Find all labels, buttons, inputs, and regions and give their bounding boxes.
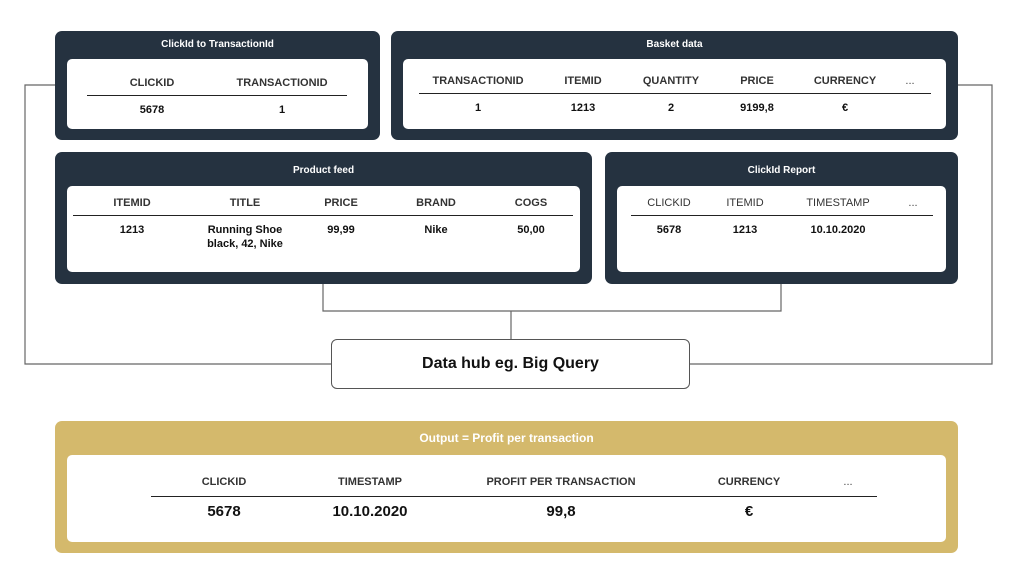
cell-brand: Nike [424,224,448,236]
output-card: CLICKID TIMESTAMP PROFIT PER TRANSACTION… [67,455,946,542]
header-more: ... [819,476,877,497]
cell-itemid: 1213 [570,102,596,114]
connector-bottom [322,284,782,339]
cell-profit: 99,8 [546,503,576,520]
cell-price: 9199,8 [740,102,774,114]
cell-title: Running Shoe black, 42, Nike [207,224,283,250]
table-row: 1213 Running Shoe black, 42, Nike 99,99 … [73,216,573,253]
panel-clickid-report: ClickId Report CLICKID ITEMID TIMESTAMP … [605,152,958,284]
cell-clickid: 5678 [207,503,241,520]
header-itemid: ITEMID [537,75,629,94]
cell-quantity: 2 [667,102,675,114]
product-feed-table: ITEMID TITLE PRICE BRAND COGS 1213 Runni… [73,197,573,252]
basket-data-table: TRANSACTIONID ITEMID QUANTITY PRICE CURR… [419,75,931,116]
output-table: CLICKID TIMESTAMP PROFIT PER TRANSACTION… [151,476,877,520]
cell-currency: € [841,102,849,114]
cell-more [889,94,931,117]
header-profit-per-transaction: PROFIT PER TRANSACTION [443,476,679,497]
header-price: PRICE [713,75,801,94]
header-itemid: ITEMID [707,197,783,216]
header-more: ... [893,197,933,216]
table-row: 5678 10.10.2020 99,8 € [151,497,877,521]
cell-timestamp: 10.10.2020 [810,224,866,236]
panel-product-feed: Product feed ITEMID TITLE PRICE BRAND CO… [55,152,592,284]
header-clickid: CLICKID [87,77,217,96]
table-card: TRANSACTIONID ITEMID QUANTITY PRICE CURR… [403,59,946,129]
data-hub-label: Data hub eg. Big Query [422,355,599,372]
header-quantity: QUANTITY [629,75,713,94]
clickid-transaction-table: CLICKID TRANSACTIONID 5678 1 [87,77,347,118]
cell-currency: € [744,503,754,520]
cell-transactionid: 1 [474,102,482,114]
header-transactionid: TRANSACTIONID [217,77,347,96]
cell-price: 99,99 [327,224,355,236]
panel-clickid-to-transactionid: ClickId to TransactionId CLICKID TRANSAC… [55,31,380,140]
panel-basket-data: Basket data TRANSACTIONID ITEMID QUANTIT… [391,31,958,140]
header-brand: BRAND [383,197,489,216]
cell-timestamp: 10.10.2020 [332,503,408,520]
data-hub-box: Data hub eg. Big Query [331,339,690,389]
panel-title: Product feed [292,165,355,176]
header-title: TITLE [191,197,299,216]
header-clickid: CLICKID [151,476,297,497]
header-more: ... [889,75,931,94]
table-card: ITEMID TITLE PRICE BRAND COGS 1213 Runni… [67,186,580,272]
header-currency: CURRENCY [801,75,889,94]
output-title: Output = Profit per transaction [419,431,594,445]
header-clickid: CLICKID [631,197,707,216]
cell-clickid: 5678 [656,224,682,236]
cell-itemid: 1213 [732,224,758,236]
cell-transactionid: 1 [278,104,286,116]
panel-title: Basket data [646,39,703,50]
header-transactionid: TRANSACTIONID [419,75,537,94]
cell-more [893,216,933,239]
header-price: PRICE [299,197,383,216]
table-card: CLICKID ITEMID TIMESTAMP ... 5678 1213 1… [617,186,946,272]
table-card: CLICKID TRANSACTIONID 5678 1 [67,59,368,129]
table-row: 1 1213 2 9199,8 € [419,94,931,117]
table-row: 5678 1213 10.10.2020 [631,216,933,239]
panel-title: ClickId Report [747,165,816,176]
panel-title: ClickId to TransactionId [161,39,274,50]
header-currency: CURRENCY [679,476,819,497]
cell-itemid: 1213 [119,224,145,236]
header-timestamp: TIMESTAMP [783,197,893,216]
header-timestamp: TIMESTAMP [297,476,443,497]
table-row: 5678 1 [87,96,347,119]
header-cogs: COGS [489,197,573,216]
cell-more [819,497,877,521]
clickid-report-table: CLICKID ITEMID TIMESTAMP ... 5678 1213 1… [631,197,933,238]
cell-cogs: 50,00 [517,224,545,236]
cell-clickid: 5678 [139,104,165,116]
panel-output: Output = Profit per transaction CLICKID … [55,421,958,553]
header-itemid: ITEMID [73,197,191,216]
